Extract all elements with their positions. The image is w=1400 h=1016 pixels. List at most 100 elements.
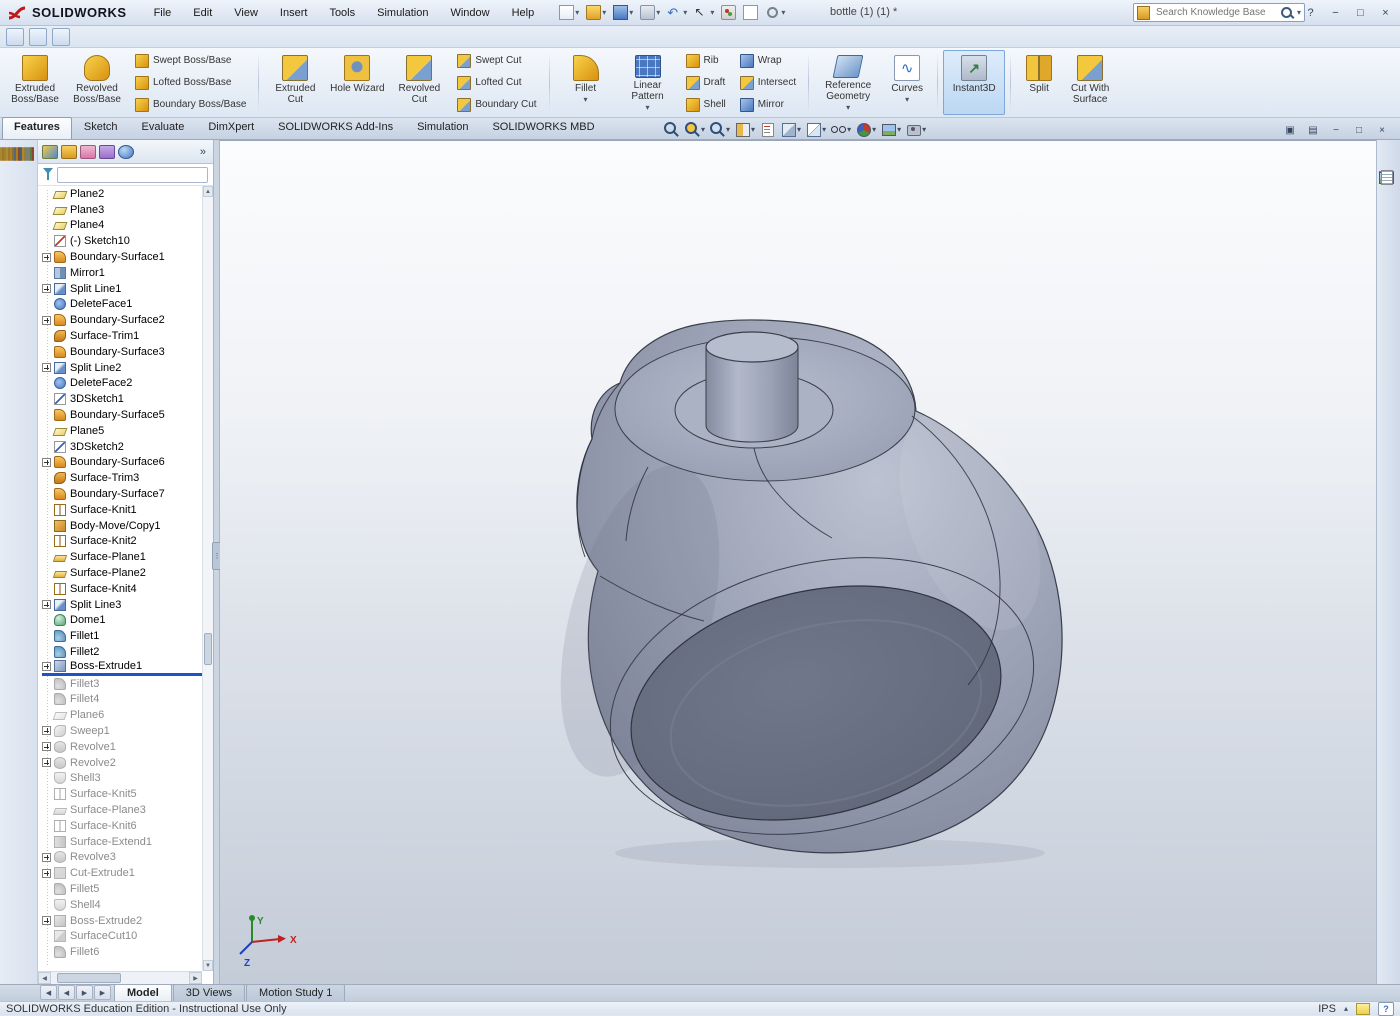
rebuild-button[interactable] bbox=[719, 4, 738, 21]
search-input[interactable] bbox=[1154, 6, 1277, 19]
property-manager-tab-icon[interactable] bbox=[61, 145, 77, 159]
tree-horizontal-scrollbar[interactable]: ◀ ▶ bbox=[38, 971, 202, 984]
tree-item[interactable]: Surface-Knit5 bbox=[42, 786, 202, 802]
tree-item[interactable]: Boundary-Surface6 bbox=[42, 455, 202, 471]
view-orientation-icon[interactable]: ▾ bbox=[779, 121, 802, 138]
caret-down-icon[interactable]: ▾ bbox=[584, 96, 588, 104]
fillet-button[interactable]: Fillet ▾ bbox=[555, 50, 617, 115]
zoom-area-icon[interactable]: ▾ bbox=[683, 121, 706, 138]
scroll-left-icon[interactable]: ◀ bbox=[38, 972, 51, 984]
tree-item[interactable]: Plane3 bbox=[42, 202, 202, 218]
caret-down-icon[interactable]: ▾ bbox=[846, 104, 850, 112]
reference-geometry-button[interactable]: Reference Geometry ▾ bbox=[814, 50, 882, 115]
menu-item[interactable]: Edit bbox=[184, 4, 221, 22]
boundary-boss-base-button[interactable]: Boundary Boss/Base bbox=[131, 94, 250, 115]
tree-item[interactable]: Fillet6 bbox=[42, 944, 202, 960]
tree-item[interactable]: Surface-Plane1 bbox=[42, 549, 202, 565]
document-tab[interactable]: Model bbox=[114, 984, 172, 1001]
expand-toggle-icon[interactable] bbox=[42, 316, 51, 325]
tree-item[interactable]: Boss-Extrude2 bbox=[42, 913, 202, 929]
tree-item[interactable]: Surface-Plane3 bbox=[42, 802, 202, 818]
open-document-button[interactable]: ▾ bbox=[584, 4, 608, 21]
new-document-button[interactable]: ▾ bbox=[557, 4, 581, 21]
shell-button[interactable]: Shell bbox=[682, 94, 730, 115]
search-icon[interactable] bbox=[1281, 7, 1293, 19]
scrollbar-thumb[interactable] bbox=[204, 633, 212, 665]
tree-item[interactable]: Surface-Knit1 bbox=[42, 502, 202, 518]
knowledge-search[interactable]: ▾ bbox=[1133, 3, 1305, 22]
save-button[interactable]: ▾ bbox=[611, 4, 635, 21]
expand-toggle-icon[interactable] bbox=[42, 869, 51, 878]
display-manager-tab-icon[interactable] bbox=[118, 145, 134, 159]
tree-item[interactable]: Surface-Plane2 bbox=[42, 565, 202, 581]
swept-cut-button[interactable]: Swept Cut bbox=[453, 50, 540, 71]
caret-down-icon[interactable]: ▾ bbox=[646, 104, 650, 112]
tree-vertical-scrollbar[interactable]: ▲ ▼ bbox=[202, 186, 213, 971]
lofted-cut-button[interactable]: Lofted Cut bbox=[453, 72, 540, 93]
menu-item[interactable]: Tools bbox=[320, 4, 364, 22]
extruded-cut-button[interactable]: Extruded Cut bbox=[264, 50, 326, 115]
tree-item[interactable]: Split Line2 bbox=[42, 360, 202, 376]
expand-toggle-icon[interactable] bbox=[42, 363, 51, 372]
tree-item[interactable]: 3DSketch2 bbox=[42, 439, 202, 455]
tree-item[interactable]: Plane2 bbox=[42, 186, 202, 202]
doc-tile-button[interactable]: ▤ bbox=[1303, 121, 1323, 139]
tree-item[interactable]: Body-Move/Copy1 bbox=[42, 518, 202, 534]
units-selector[interactable]: IPS bbox=[1318, 1003, 1336, 1015]
tree-filter-input[interactable] bbox=[57, 167, 208, 183]
feature-tree-tab-icon[interactable] bbox=[42, 145, 58, 159]
expand-toggle-icon[interactable] bbox=[42, 600, 51, 609]
expand-toggle-icon[interactable] bbox=[42, 758, 51, 767]
tags-icon[interactable] bbox=[1356, 1003, 1370, 1015]
lofted-boss-base-button[interactable]: Lofted Boss/Base bbox=[131, 72, 250, 93]
command-tab[interactable]: SOLIDWORKS Add-Ins bbox=[266, 117, 405, 139]
last-tab-icon[interactable]: ▶ bbox=[94, 985, 111, 1000]
prev-tab-icon[interactable]: ◀ bbox=[58, 985, 75, 1000]
split-button[interactable]: Split bbox=[1016, 50, 1062, 115]
menu-item[interactable]: Simulation bbox=[368, 4, 437, 22]
scroll-up-icon[interactable]: ▲ bbox=[203, 186, 213, 197]
hide-show-items-icon[interactable]: ▾ bbox=[829, 121, 852, 138]
doc-maximize-button[interactable]: □ bbox=[1349, 121, 1369, 139]
close-button[interactable]: × bbox=[1375, 3, 1396, 23]
view-tool-3-button[interactable] bbox=[52, 28, 70, 46]
command-tab[interactable]: Simulation bbox=[405, 117, 480, 139]
linear-pattern-button[interactable]: Linear Pattern ▾ bbox=[617, 50, 679, 115]
tree-item[interactable]: Fillet3 bbox=[42, 676, 202, 692]
left-toolbar-icon[interactable] bbox=[32, 147, 34, 161]
scrollbar-thumb[interactable] bbox=[57, 973, 121, 983]
swept-boss-base-button[interactable]: Swept Boss/Base bbox=[131, 50, 250, 71]
expand-toggle-icon[interactable] bbox=[42, 284, 51, 293]
file-properties-button[interactable] bbox=[741, 4, 760, 21]
next-tab-icon[interactable]: ▶ bbox=[76, 985, 93, 1000]
units-caret-icon[interactable]: ▴ bbox=[1344, 1004, 1348, 1013]
tree-item[interactable]: Fillet5 bbox=[42, 881, 202, 897]
tree-item[interactable]: Boundary-Surface5 bbox=[42, 407, 202, 423]
tree-item[interactable]: Mirror1 bbox=[42, 265, 202, 281]
tree-item[interactable]: Surface-Knit6 bbox=[42, 818, 202, 834]
options-button[interactable]: ▾ bbox=[763, 4, 787, 21]
doc-cascade-button[interactable]: ▣ bbox=[1280, 121, 1300, 139]
command-tab[interactable]: Features bbox=[2, 117, 72, 139]
menu-item[interactable]: View bbox=[225, 4, 267, 22]
boundary-cut-button[interactable]: Boundary Cut bbox=[453, 94, 540, 115]
document-tab[interactable]: 3D Views bbox=[173, 984, 245, 1001]
mirror-button[interactable]: Mirror bbox=[736, 94, 800, 115]
doc-minimize-button[interactable]: − bbox=[1326, 121, 1346, 139]
expand-toggle-icon[interactable] bbox=[42, 458, 51, 467]
command-tab[interactable]: Sketch bbox=[72, 117, 130, 139]
tree-item[interactable]: Boundary-Surface7 bbox=[42, 486, 202, 502]
minimize-button[interactable]: − bbox=[1325, 3, 1346, 23]
tree-item[interactable]: Boundary-Surface3 bbox=[42, 344, 202, 360]
tree-item[interactable]: Plane4 bbox=[42, 218, 202, 234]
annotation-view-icon[interactable] bbox=[758, 121, 777, 138]
first-tab-icon[interactable]: ◀ bbox=[40, 985, 57, 1000]
intersect-button[interactable]: Intersect bbox=[736, 72, 800, 93]
view-settings-icon[interactable]: ▾ bbox=[904, 121, 927, 138]
expand-toggle-icon[interactable] bbox=[42, 253, 51, 262]
extruded-boss-base-button[interactable]: Extruded Boss/Base bbox=[4, 50, 66, 115]
tree-item[interactable]: Surface-Knit4 bbox=[42, 581, 202, 597]
edit-appearance-icon[interactable]: ▾ bbox=[854, 121, 877, 138]
command-tab[interactable]: SOLIDWORKS MBD bbox=[480, 117, 606, 139]
view-tool-2-button[interactable] bbox=[29, 28, 47, 46]
